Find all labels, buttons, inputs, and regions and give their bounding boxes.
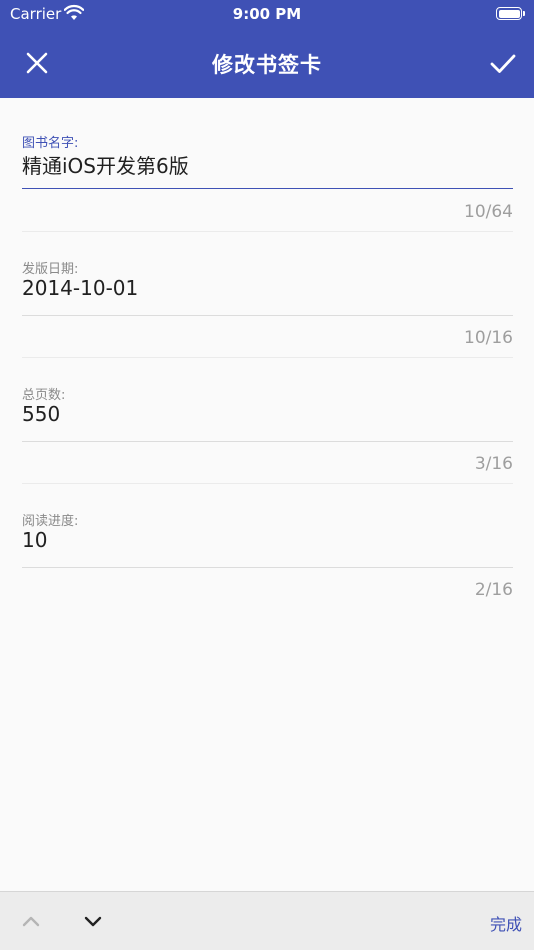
reading-progress-underline bbox=[22, 567, 513, 568]
publish-date-underline bbox=[22, 315, 513, 316]
publish-date-label: 发版日期: bbox=[22, 262, 79, 277]
total-pages-underline bbox=[22, 441, 513, 442]
book-name-underline bbox=[22, 188, 513, 189]
reading-progress-input[interactable]: 10 bbox=[22, 528, 47, 552]
divider bbox=[22, 357, 513, 358]
book-name-label: 图书名字: bbox=[22, 136, 79, 151]
divider bbox=[22, 231, 513, 232]
publish-date-input[interactable]: 2014-10-01 bbox=[22, 276, 138, 300]
battery-icon bbox=[496, 7, 525, 20]
divider bbox=[22, 483, 513, 484]
publish-date-counter: 10/16 bbox=[464, 328, 513, 348]
publish-date-field[interactable]: 发版日期: 2014-10-01 10/16 bbox=[22, 258, 513, 358]
total-pages-counter: 3/16 bbox=[474, 454, 513, 474]
book-name-field[interactable]: 图书名字: 精通iOS开发第6版 10/64 bbox=[22, 132, 513, 232]
reading-progress-field[interactable]: 阅读进度: 10 2/16 bbox=[22, 510, 513, 610]
app-bar: Carrier 9:00 PM 修改书签卡 bbox=[0, 0, 534, 98]
total-pages-input[interactable]: 550 bbox=[22, 402, 60, 426]
chevron-down-icon[interactable] bbox=[82, 910, 104, 932]
total-pages-label: 总页数: bbox=[22, 388, 66, 403]
book-name-counter: 10/64 bbox=[464, 202, 513, 222]
chevron-up-icon[interactable] bbox=[20, 910, 42, 932]
page-title: 修改书签卡 bbox=[212, 53, 322, 77]
reading-progress-label: 阅读进度: bbox=[22, 514, 79, 529]
keyboard-accessory-bar: 完成 bbox=[0, 891, 534, 950]
clock: 9:00 PM bbox=[232, 5, 302, 23]
total-pages-field[interactable]: 总页数: 550 3/16 bbox=[22, 384, 513, 484]
book-name-input[interactable]: 精通iOS开发第6版 bbox=[22, 150, 189, 179]
reading-progress-counter: 2/16 bbox=[474, 580, 513, 600]
status-bar: Carrier 9:00 PM bbox=[0, 0, 534, 28]
check-icon[interactable] bbox=[486, 46, 520, 80]
done-button[interactable]: 完成 bbox=[490, 911, 522, 935]
